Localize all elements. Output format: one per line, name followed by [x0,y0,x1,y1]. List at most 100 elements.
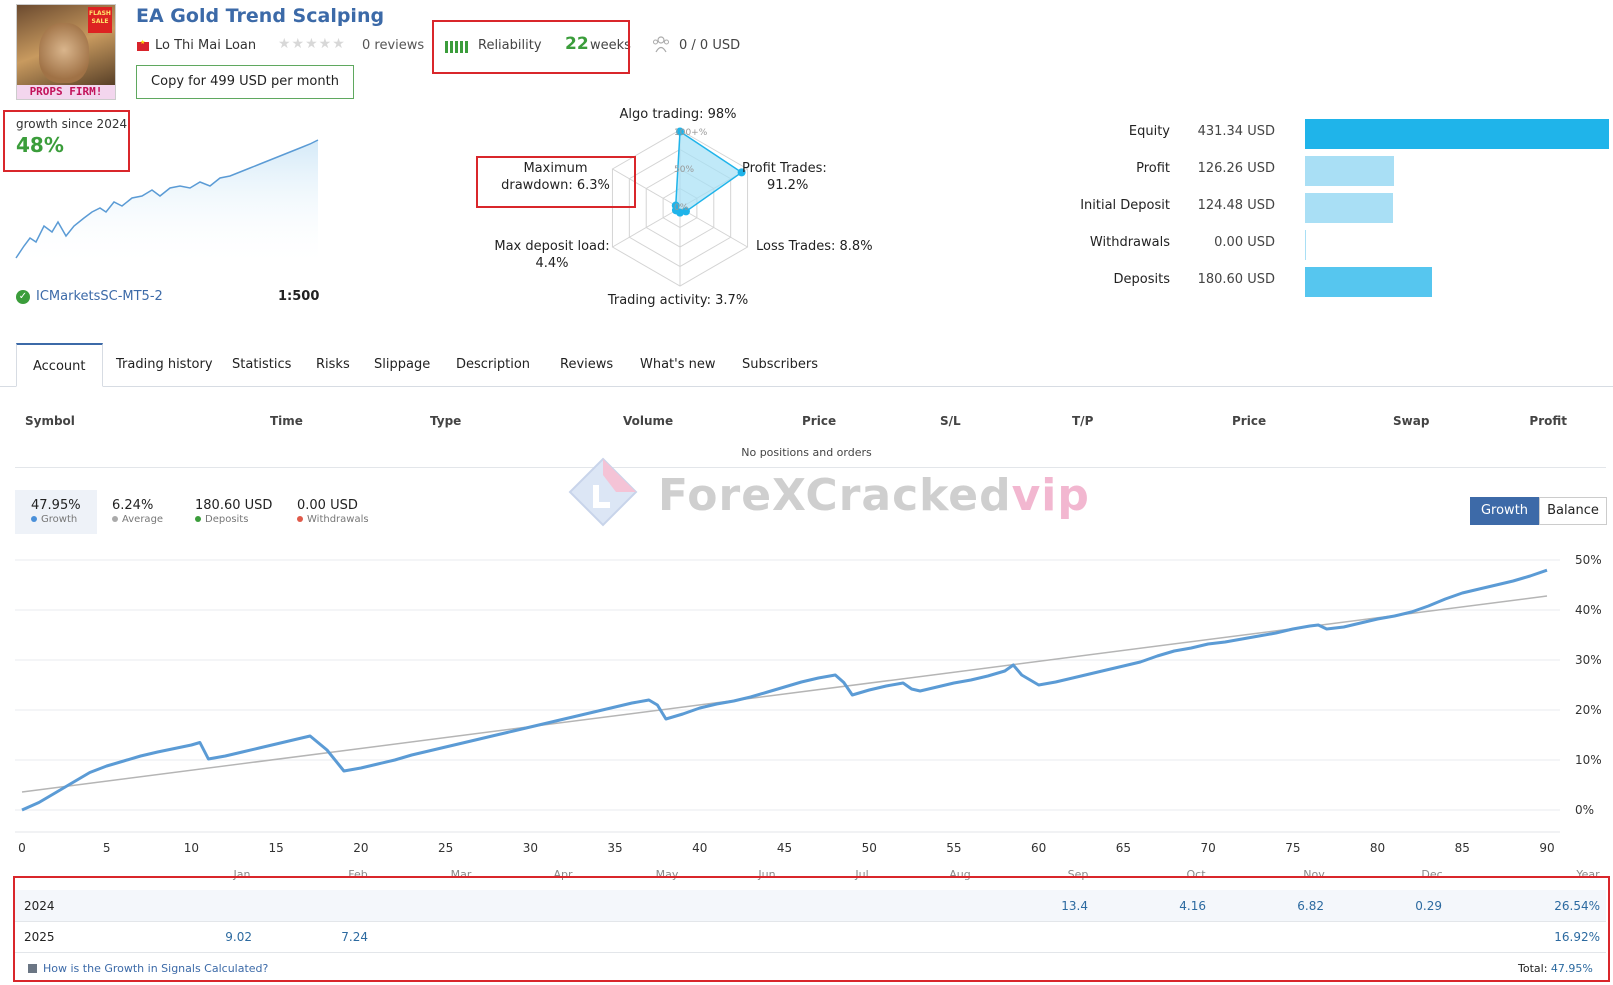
growth-toggle-button[interactable]: Growth [1470,497,1539,525]
tab-description[interactable]: Description [440,343,546,387]
tab-account[interactable]: Account [16,343,103,387]
chart-x-tick-14: 70 [1200,841,1215,855]
stat-bar-4 [1305,267,1432,297]
risk-radar-chart: 100+% 50% 0% [611,127,749,287]
summary-growth-caption: Growth [31,514,77,525]
tab-risks[interactable]: Risks [300,343,366,387]
summary-growth-value: 47.95% [31,498,81,513]
no-positions-text: No positions and orders [741,446,872,459]
copy-subscribe-button[interactable]: Copy for 499 USD per month [136,65,354,99]
reviews-count[interactable]: 0 reviews [362,38,424,53]
rating-stars-icon: ★★★★★ [278,36,346,52]
positions-col-2: Type [430,414,462,428]
tab-subscribers[interactable]: Subscribers [726,343,834,387]
stat-label-0: Equity [1128,124,1170,139]
leverage-value: 1:500 [278,289,320,304]
stat-label-4: Deposits [1113,272,1170,287]
growth-dot-icon [31,516,37,522]
stat-value-1: 126.26 USD [1197,161,1275,176]
watermark-suffix: vip [1011,470,1090,521]
average-dot-icon [112,516,118,522]
tab-statistics[interactable]: Statistics [216,343,307,387]
tab-what-s-new[interactable]: What's new [624,343,732,387]
chart-x-tick-13: 65 [1116,841,1131,855]
signal-title[interactable]: EA Gold Trend Scalping [136,5,384,27]
avatar-banner: PROPS FIRM! [17,85,115,99]
chart-x-tick-17: 85 [1455,841,1470,855]
vietnam-flag-icon [137,39,149,51]
subscribers-icon [653,36,669,53]
broker-server-link[interactable]: ICMarketsSC-MT5-2 [36,289,163,304]
chart-x-tick-7: 35 [607,841,622,855]
chart-y-tick-5: 0% [1575,803,1594,817]
chart-y-tick-0: 50% [1575,553,1602,567]
author-link[interactable]: Lo Thi Mai Loan [155,38,256,53]
chart-x-tick-4: 20 [353,841,368,855]
chart-y-tick-3: 20% [1575,703,1602,717]
summary-withdrawals-caption-text: Withdrawals [307,514,369,525]
summary-average-caption: Average [112,514,163,525]
chart-x-tick-3: 15 [269,841,284,855]
radar-label-deposit-line1: Max deposit load: [494,239,610,254]
stat-value-2: 124.48 USD [1197,198,1275,213]
chart-x-tick-1: 5 [103,841,111,855]
chart-x-tick-9: 45 [777,841,792,855]
stat-bar-1 [1305,156,1394,186]
summary-withdrawals-value: 0.00 USD [297,498,358,513]
withdrawals-dot-icon [297,516,303,522]
stat-bar-2 [1305,193,1393,223]
watermark-text: ForeXCrackedvip [658,470,1090,521]
summary-deposits-value: 180.60 USD [195,498,273,513]
positions-col-1: Time [270,414,303,428]
chart-x-tick-11: 55 [946,841,961,855]
radar-ring-0: 0% [674,203,689,213]
chart-y-tick-2: 30% [1575,653,1602,667]
chart-x-tick-8: 40 [692,841,707,855]
avatar-face [39,23,89,83]
chart-x-tick-12: 60 [1031,841,1046,855]
positions-col-7: Price [1232,414,1267,428]
chart-x-tick-18: 90 [1539,841,1554,855]
radar-label-profit-line1: Profit Trades: [742,161,827,176]
positions-col-5: S/L [940,414,961,428]
summary-average-value: 6.24% [112,498,154,513]
radar-ring-100: 100+% [674,128,708,138]
mini-growth-chart [15,139,319,268]
chart-x-tick-6: 30 [523,841,538,855]
chart-series-growth [21,568,1548,812]
chart-y-tick-1: 40% [1575,603,1602,617]
stat-label-1: Profit [1136,161,1170,176]
highlight-box-drawdown [476,156,636,208]
stat-bar-3 [1305,230,1306,260]
radar-ring-50: 50% [674,165,694,175]
radar-label-profit-line2: 91.2% [767,178,809,193]
radar-label-algo: Algo trading: 98% [619,107,737,122]
positions-col-0: Symbol [25,414,75,428]
radar-label-deposit-load: Max deposit load: 4.4% [488,238,616,272]
positions-col-3: Volume [623,414,674,428]
chart-x-tick-5: 25 [438,841,453,855]
chart-y-tick-4: 10% [1575,753,1602,767]
verified-check-icon: ✓ [16,290,30,304]
tab-trading-history[interactable]: Trading history [100,343,229,387]
stat-label-3: Withdrawals [1089,235,1170,250]
positions-col-4: Price [802,414,837,428]
watermark-main: ForeXCracked [658,470,1012,521]
positions-col-9: Profit [1529,414,1567,428]
summary-withdrawals-caption: Withdrawals [297,514,369,525]
summary-deposits-caption-text: Deposits [205,514,249,525]
radar-label-loss: Loss Trades: 8.8% [756,239,873,254]
stat-label-2: Initial Deposit [1080,198,1170,213]
balance-toggle-button[interactable]: Balance [1539,497,1607,525]
signal-avatar[interactable]: FLASH SALE PROPS FIRM! [16,4,116,100]
chart-x-tick-15: 75 [1285,841,1300,855]
tab-reviews[interactable]: Reviews [544,343,629,387]
positions-col-8: Swap [1393,414,1430,428]
watermark-logo-icon [568,457,638,527]
radar-label-activity: Trading activity: 3.7% [607,293,749,308]
tab-slippage[interactable]: Slippage [358,343,446,387]
deposits-dot-icon [195,516,201,522]
summary-average-caption-text: Average [122,514,164,525]
avatar-sale-badge: FLASH SALE [88,7,112,33]
stat-value-3: 0.00 USD [1214,235,1275,250]
